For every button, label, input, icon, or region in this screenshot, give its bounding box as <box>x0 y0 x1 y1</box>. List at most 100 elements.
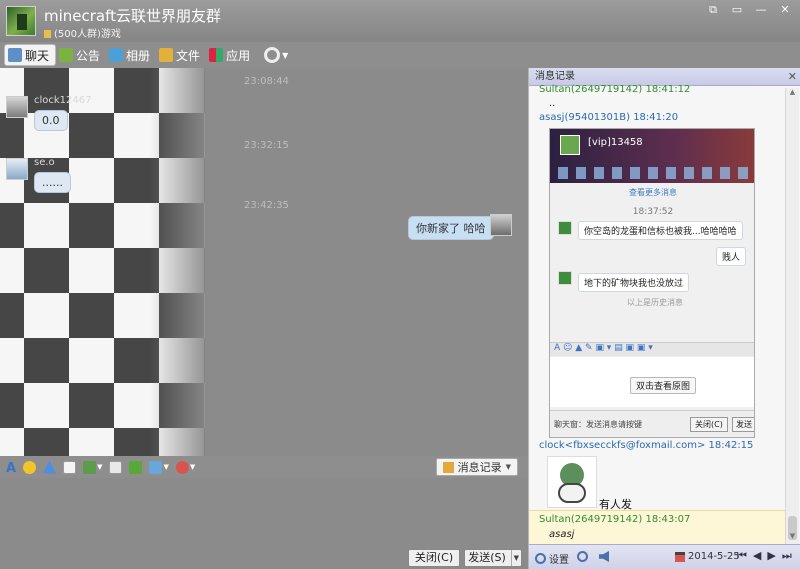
tab-files[interactable]: 文件 <box>156 44 206 66</box>
speaker-icon[interactable] <box>599 551 609 562</box>
avatar[interactable] <box>490 214 512 236</box>
history-sender: asasj(95401301B) 18:41:20 <box>539 112 679 123</box>
input-toolbar: A ▼ ▼ ▼ 消息记录 ▼ <box>0 456 528 478</box>
prev-page-icon[interactable]: ◀ <box>753 549 761 563</box>
history-icon <box>442 461 454 473</box>
history-date: 2014-5-25 <box>688 551 740 562</box>
tab-bar: 聊天 公告 相册 文件 应用 ▼ <box>0 42 530 68</box>
message-timestamp: 23:08:44 <box>244 76 289 87</box>
sticker-image[interactable] <box>547 456 597 508</box>
embedded-close-button: 关闭(C) <box>690 417 728 432</box>
title-bar: minecraft云联世界朋友群 (500人群)游戏 ⧉ ▭ — ✕ <box>0 0 800 42</box>
close-button[interactable]: 关闭(C) <box>408 549 460 567</box>
tab-label: 应用 <box>226 48 251 63</box>
message-bubble-self: 你新家了 哈哈 <box>408 216 494 240</box>
chat-icon <box>8 48 22 62</box>
tab-label: 公告 <box>76 48 101 63</box>
message-image[interactable]: [vip]13458 查看更多消息 18:37:52 你空岛的龙蛋和信标也被我.… <box>549 128 755 438</box>
history-footer: 设置 2014-5-25 ⏮ ◀ ▶ ⏭ <box>529 544 800 569</box>
gift-icon[interactable] <box>129 460 143 474</box>
embedded-divider: 以上是历史消息 <box>627 298 683 307</box>
group-subtitle: (500人群)游戏 <box>44 25 121 40</box>
tab-label: 文件 <box>176 48 201 63</box>
history-settings-button[interactable]: 设置 <box>535 551 569 566</box>
scrollbar[interactable]: ▲ ▼ <box>785 88 799 544</box>
last-page-icon[interactable]: ⏭ <box>782 549 792 563</box>
album-icon <box>109 48 124 62</box>
message-history-label: 消息记录 <box>457 461 502 474</box>
gear-icon <box>535 553 546 564</box>
tab-label: 相册 <box>126 48 151 63</box>
send-button[interactable]: 发送(S) ▼ <box>464 549 522 567</box>
embedded-footer-text: 聊天窗：发送消息请按键 <box>554 420 642 429</box>
history-settings-label: 设置 <box>549 555 569 566</box>
close-window-button[interactable]: ✕ <box>774 2 796 18</box>
send-label: 发送(S) <box>468 551 506 564</box>
message-bubble: 0.0 <box>34 110 68 131</box>
first-page-icon[interactable]: ⏮ <box>737 549 747 563</box>
next-page-icon[interactable]: ▶ <box>767 549 775 563</box>
tab-announcement[interactable]: 公告 <box>56 44 106 66</box>
history-title: 消息记录 <box>535 71 575 82</box>
font-icon[interactable]: A <box>6 461 16 476</box>
embedded-footer: 聊天窗：发送消息请按键 关闭(C) 发送 <box>550 410 754 437</box>
skin-icon[interactable]: ⧉ <box>702 2 724 18</box>
scroll-down-icon[interactable]: ▼ <box>786 532 799 540</box>
minimize-button[interactable]: — <box>750 2 772 18</box>
chat-messages[interactable]: 23:08:44 clock12467 0.0 23:32:15 se.o ..… <box>0 68 528 456</box>
history-message: .. <box>549 98 556 109</box>
message-history-button[interactable]: 消息记录 ▼ <box>435 458 518 476</box>
history-sender: Sultan(2649719142) 18:43:07 <box>539 514 691 525</box>
avatar[interactable] <box>6 96 28 118</box>
view-original-button: 双击查看原图 <box>630 377 697 394</box>
avatar <box>558 221 572 235</box>
image-icon[interactable] <box>83 460 97 474</box>
tab-album[interactable]: 相册 <box>106 44 156 66</box>
lock-icon <box>44 30 51 38</box>
chevron-down-icon[interactable]: ▼ <box>506 463 511 471</box>
close-icon[interactable]: ✕ <box>788 68 797 85</box>
gear-icon[interactable] <box>264 47 281 63</box>
chevron-down-icon[interactable]: ▼ <box>190 463 195 471</box>
tab-apps[interactable]: 应用 <box>206 44 256 66</box>
embedded-header: [vip]13458 <box>550 129 754 183</box>
embedded-title: [vip]13458 <box>588 137 643 148</box>
history-panel: 消息记录 ✕ ▲ ▼ Sultan(2649719142) 18:41:12 .… <box>528 68 800 569</box>
emoji-icon[interactable] <box>23 460 37 474</box>
group-name[interactable]: minecraft云联世界朋友群 <box>44 5 221 26</box>
history-navigation: ⏮ ◀ ▶ ⏭ <box>737 549 792 563</box>
history-date-picker[interactable]: 2014-5-25 <box>675 551 740 562</box>
search-icon[interactable] <box>577 551 588 562</box>
chevron-down-icon[interactable]: ▼ <box>282 51 288 60</box>
group-subtitle-text: (500人群)游戏 <box>54 29 121 40</box>
embedded-send-button: 发送 <box>732 417 754 432</box>
chevron-down-icon[interactable]: ▼ <box>510 550 519 566</box>
history-latest-entry: Sultan(2649719142) 18:43:07 asasj <box>529 510 785 544</box>
embedded-toolbar-icons <box>558 167 748 179</box>
maximize-button[interactable]: ▭ <box>726 2 748 18</box>
message-sender[interactable]: se.o <box>34 157 55 168</box>
message-sender[interactable]: clock12467 <box>34 95 92 106</box>
avatar[interactable] <box>6 158 28 180</box>
group-avatar[interactable] <box>6 6 36 36</box>
chevron-down-icon[interactable]: ▼ <box>163 463 168 471</box>
folder-icon <box>159 48 174 62</box>
chat-background-fade <box>150 68 210 456</box>
chevron-down-icon[interactable]: ▼ <box>97 463 102 471</box>
embedded-message: 贱人 <box>716 247 747 266</box>
shake-icon[interactable] <box>43 460 57 474</box>
music-icon[interactable] <box>175 460 189 474</box>
embedded-message: 你空岛的龙蛋和信标也被我...哈哈哈哈 <box>578 221 743 240</box>
embedded-more-link: 查看更多消息 <box>629 188 677 197</box>
embedded-message: 地下的矿物块我也没放过 <box>578 273 690 292</box>
scroll-up-icon[interactable]: ▲ <box>786 88 799 96</box>
history-message: asasj <box>549 529 575 540</box>
screenshot-icon[interactable] <box>149 460 163 474</box>
avatar <box>558 271 572 285</box>
doodle-icon[interactable] <box>63 460 77 474</box>
document-icon[interactable] <box>109 460 123 474</box>
message-input[interactable] <box>0 478 528 544</box>
embedded-timestamp: 18:37:52 <box>632 207 674 217</box>
history-sender: Sultan(2649719142) 18:41:12 <box>539 84 691 95</box>
tab-chat[interactable]: 聊天 <box>4 44 57 66</box>
